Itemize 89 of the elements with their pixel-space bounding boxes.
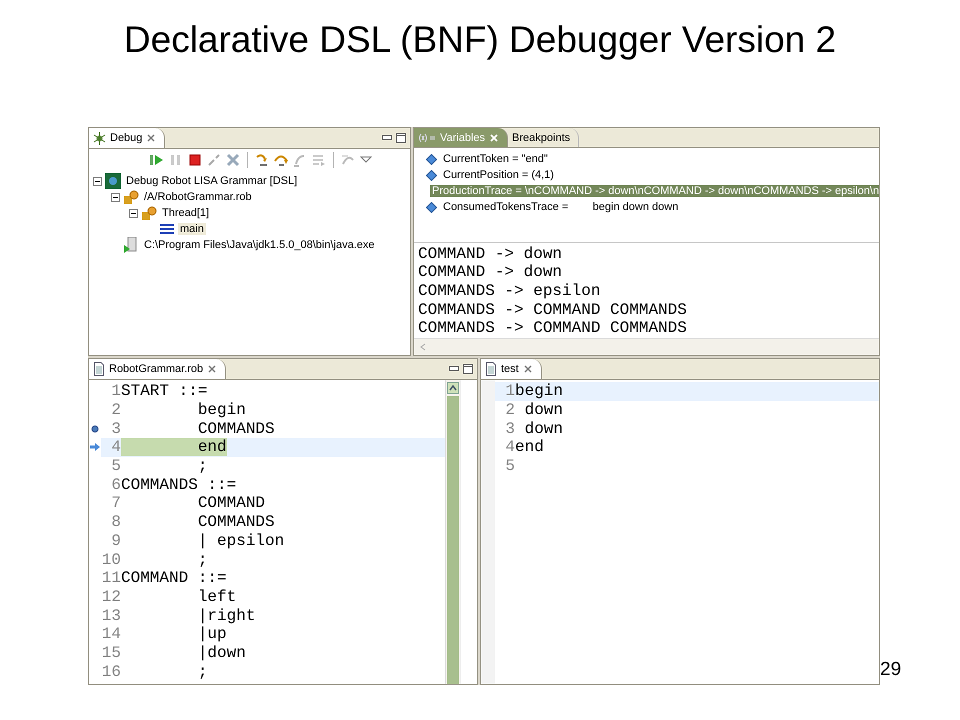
line-number: 16 bbox=[101, 662, 121, 681]
line-number: 13 bbox=[101, 606, 121, 625]
variable-item[interactable]: CurrentToken = "end" bbox=[441, 153, 550, 166]
code-line: COMMAND -> down bbox=[418, 244, 564, 264]
gear-icon bbox=[141, 205, 157, 221]
process-icon bbox=[123, 237, 139, 253]
code-line: left bbox=[196, 588, 236, 606]
line-number: 8 bbox=[110, 513, 121, 532]
variable-icon bbox=[426, 170, 437, 181]
line-number: 3 bbox=[110, 420, 121, 438]
play-icon[interactable] bbox=[149, 152, 165, 168]
code-line: begin bbox=[515, 382, 564, 400]
file-icon bbox=[485, 362, 497, 376]
tree-item[interactable]: /A/RobotGrammar.rob bbox=[142, 191, 254, 203]
breakpoint-icon[interactable] bbox=[91, 424, 99, 433]
collapse-icon[interactable] bbox=[93, 176, 102, 186]
line-number: 2 bbox=[504, 401, 515, 420]
scroll-up-icon[interactable] bbox=[447, 382, 459, 394]
collapse-icon[interactable] bbox=[129, 208, 138, 218]
line-number: 10 bbox=[101, 550, 121, 569]
code-line: COMMAND bbox=[196, 494, 266, 512]
line-number: 9 bbox=[110, 532, 121, 550]
line-number: 1 bbox=[504, 382, 515, 400]
variables-icon bbox=[418, 132, 436, 143]
variable-item[interactable]: ProductionTrace = \nCOMMAND -> down\nCOMMAND -> down\nCOMMANDS -> epsilon\n bbox=[430, 185, 879, 198]
line-number: 4 bbox=[504, 438, 515, 456]
editor-tab[interactable]: test bbox=[481, 359, 542, 379]
line-number: 1 bbox=[110, 382, 121, 400]
code-line: end bbox=[515, 438, 544, 456]
code-line: begin bbox=[196, 401, 246, 420]
tree-item[interactable]: C:\Program Files\Java\jdk1.5.0_08\bin\java.exe bbox=[142, 239, 377, 251]
gear-icon bbox=[123, 189, 139, 205]
code-line: down bbox=[524, 401, 564, 420]
bug-icon bbox=[93, 132, 106, 144]
line-number: 5 bbox=[110, 457, 121, 476]
line-number: 4 bbox=[110, 438, 121, 456]
variable-item[interactable]: CurrentPosition = (4,1) bbox=[441, 169, 556, 182]
tree-item[interactable]: main bbox=[178, 223, 206, 235]
line-number: 15 bbox=[101, 644, 121, 662]
close-icon[interactable] bbox=[207, 364, 218, 374]
tree-item[interactable]: Thread[1] bbox=[160, 207, 212, 219]
stop-icon[interactable] bbox=[187, 152, 203, 168]
tree-item[interactable]: Debug Robot LISA Grammar [DSL] bbox=[124, 175, 300, 187]
code-line: | epsilon bbox=[196, 532, 284, 550]
minimize-icon[interactable] bbox=[382, 135, 392, 141]
code-line: ; bbox=[196, 550, 208, 569]
line-number: 5 bbox=[504, 457, 515, 476]
code-line: COMMAND ::= bbox=[121, 569, 227, 588]
file-icon bbox=[93, 362, 105, 376]
line-number: 7 bbox=[110, 494, 121, 512]
remove-icon[interactable] bbox=[225, 152, 241, 168]
slide-title: Declarative DSL (BNF) Debugger Version 2 bbox=[124, 19, 836, 61]
line-number: 2 bbox=[110, 401, 121, 420]
code-line: COMMANDS bbox=[196, 420, 275, 438]
scrollbar[interactable] bbox=[445, 380, 460, 684]
code-line: START ::= bbox=[121, 382, 208, 400]
launch-icon bbox=[105, 173, 121, 189]
code-line: down bbox=[524, 420, 564, 438]
variable-icon bbox=[426, 154, 437, 165]
stack-frame-icon bbox=[159, 221, 175, 237]
editor-tab[interactable]: RobotGrammar.rob bbox=[89, 359, 226, 379]
line-number: 3 bbox=[504, 420, 515, 438]
variable-icon bbox=[426, 202, 437, 213]
code-line: COMMANDS -> COMMAND COMMANDS bbox=[418, 319, 688, 338]
step-into-icon[interactable] bbox=[254, 152, 270, 168]
code-line: COMMANDS bbox=[196, 513, 275, 532]
line-number: 12 bbox=[101, 588, 121, 606]
close-icon[interactable] bbox=[146, 133, 156, 143]
line-number: 14 bbox=[101, 625, 121, 644]
code-line: ; bbox=[196, 457, 208, 476]
code-line: |down bbox=[196, 644, 246, 662]
line-number: 11 bbox=[101, 569, 121, 588]
line-number: 6 bbox=[110, 476, 121, 494]
maximize-icon[interactable] bbox=[463, 364, 473, 374]
code-line: COMMANDS ::= bbox=[121, 476, 236, 494]
code-line: |right bbox=[196, 606, 256, 625]
scrollbar[interactable] bbox=[414, 338, 879, 355]
collapse-icon[interactable] bbox=[111, 192, 120, 202]
code-line: COMMAND -> down bbox=[418, 263, 564, 282]
code-line: ; bbox=[196, 662, 208, 681]
code-line: COMMANDS -> epsilon bbox=[418, 282, 602, 301]
page-number: 29 bbox=[880, 659, 902, 681]
variable-item[interactable]: ConsumedTokensTrace = begin down down bbox=[441, 201, 680, 214]
view-tab[interactable]: Debug bbox=[89, 128, 166, 148]
maximize-icon[interactable] bbox=[396, 133, 406, 143]
minimize-icon[interactable] bbox=[449, 366, 459, 372]
close-icon[interactable] bbox=[522, 364, 533, 374]
code-line: |up bbox=[196, 625, 227, 644]
code-line: COMMANDS -> COMMAND COMMANDS bbox=[418, 300, 688, 320]
